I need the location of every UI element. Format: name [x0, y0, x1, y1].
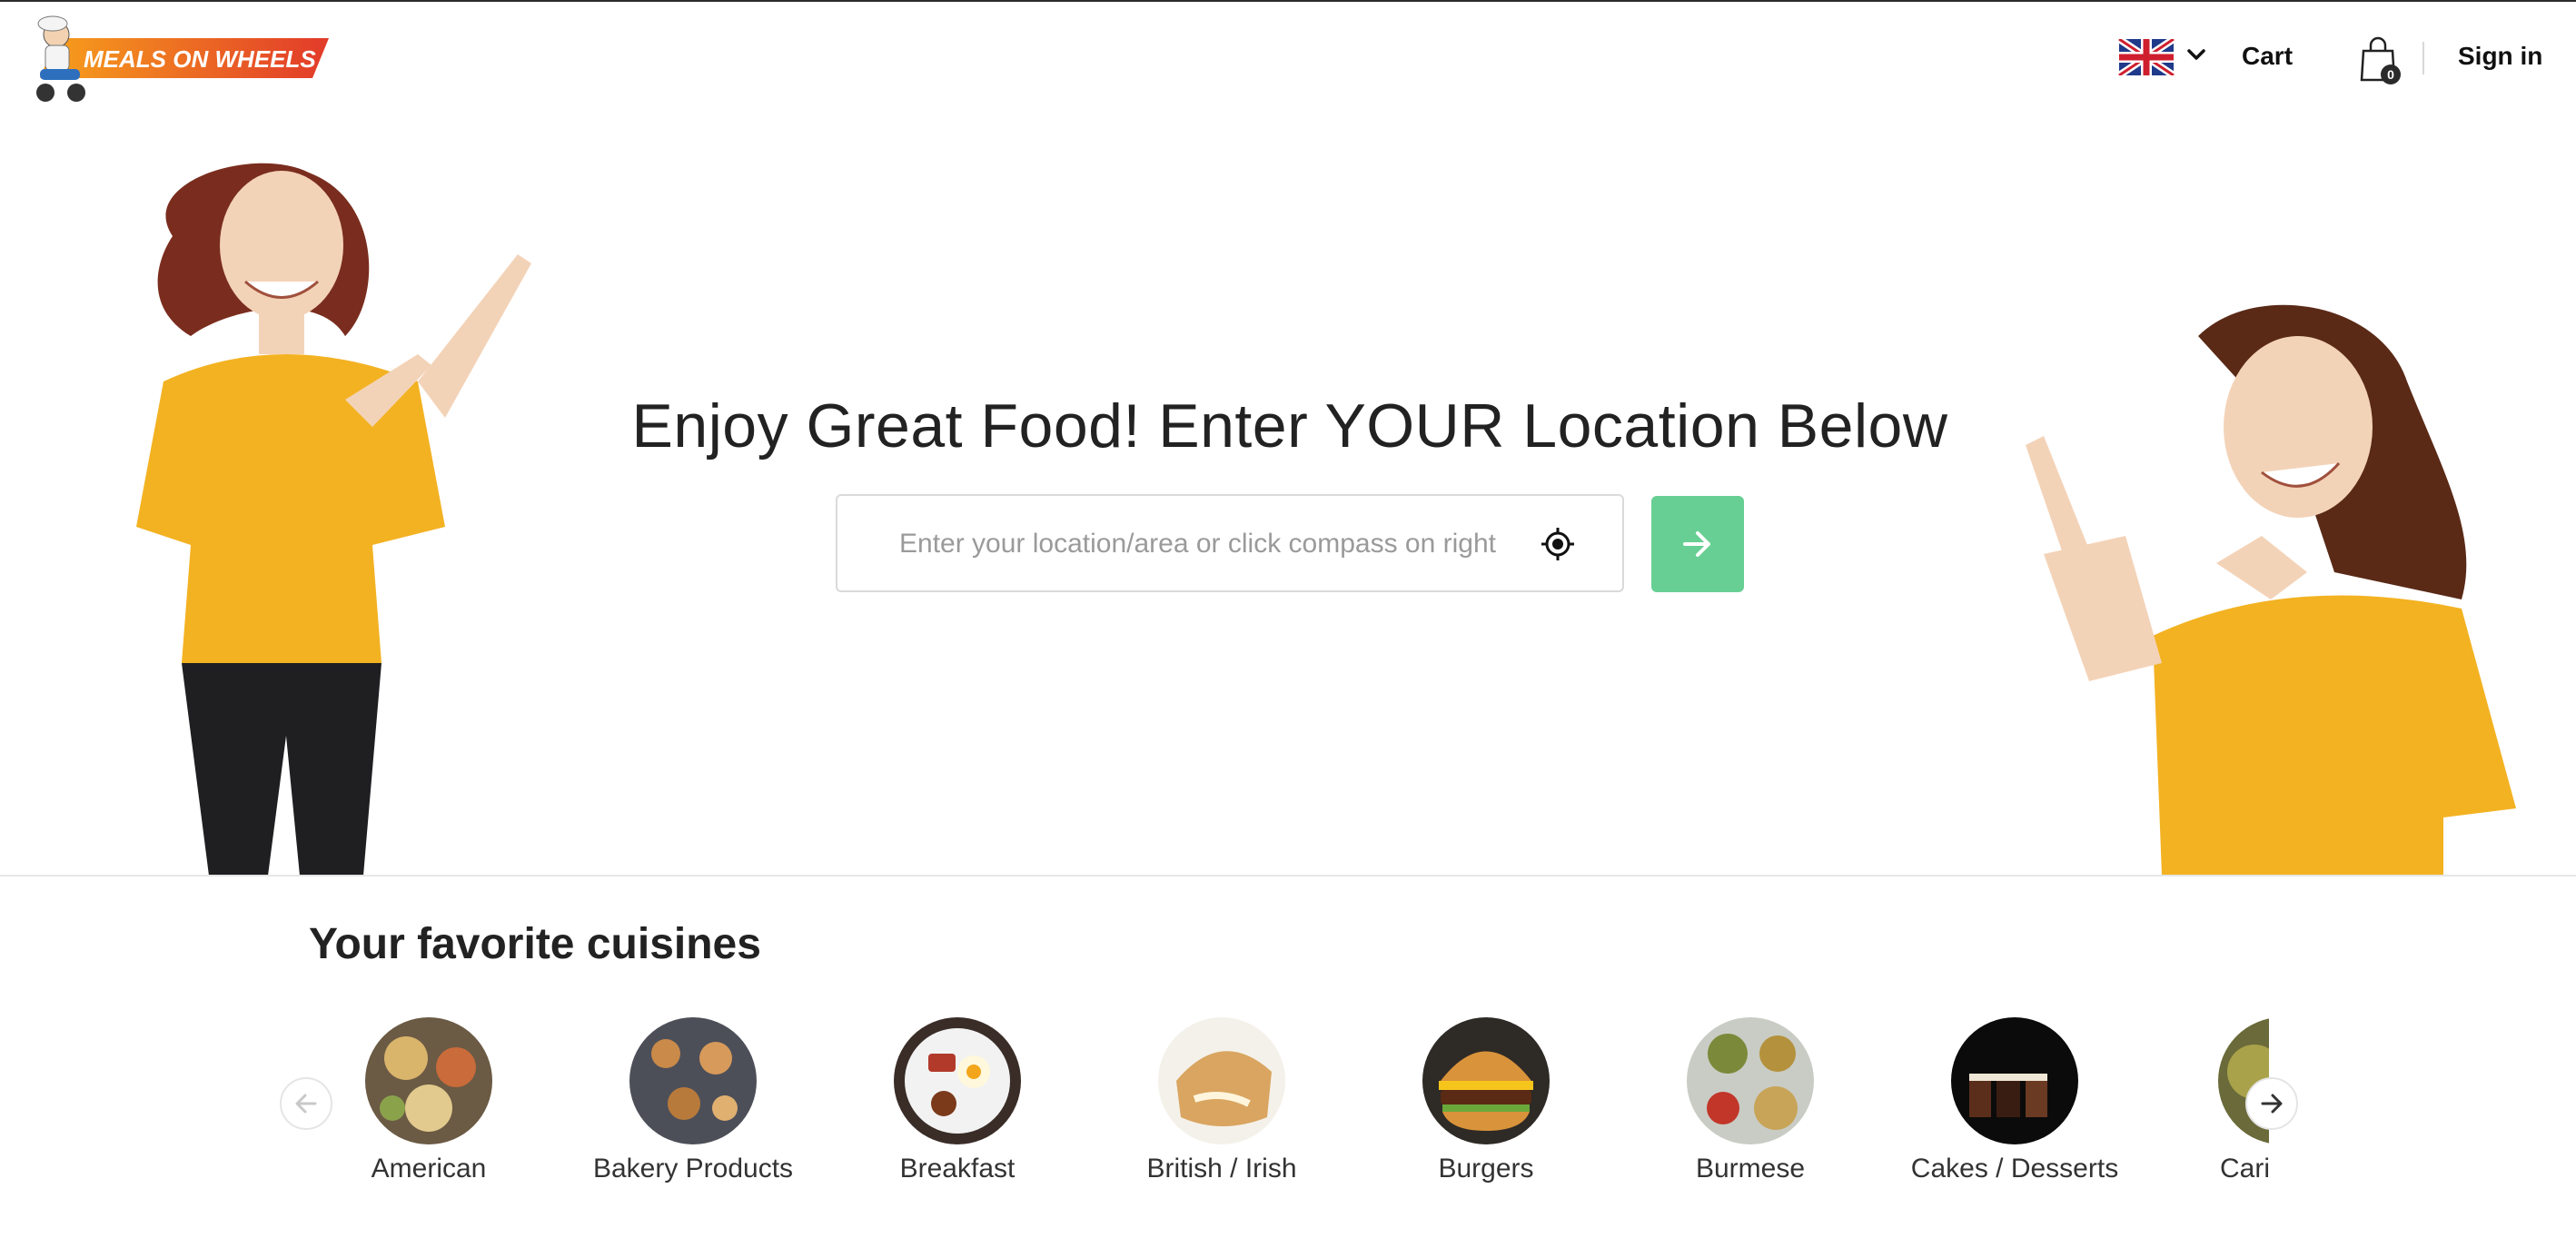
cuisine-label: Cakes / Desserts — [1910, 1154, 2119, 1184]
cuisine-label: Cari — [2220, 1154, 2269, 1184]
cuisine-item-burgers[interactable]: Burgers — [1350, 1008, 1622, 1199]
arrow-right-icon — [1683, 531, 1710, 557]
hero-title: Enjoy Great Food! Enter YOUR Location Be… — [631, 391, 1948, 461]
chevron-down-icon[interactable] — [2185, 44, 2207, 65]
cuisine-image-bakery-products — [629, 1017, 757, 1144]
cuisine-image-british-irish — [1158, 1017, 1285, 1144]
cart-link[interactable]: Cart — [2242, 42, 2293, 71]
cuisine-image-breakfast — [894, 1017, 1021, 1144]
cuisines-section-title: Your favorite cuisines — [309, 920, 761, 968]
cuisine-image-cakes-desserts — [1951, 1017, 2078, 1144]
cuisine-image-american — [365, 1017, 492, 1144]
hero-woman-right-image — [1989, 300, 2534, 876]
shopping-bag-icon[interactable]: 0 — [2358, 35, 2403, 85]
cuisine-label: American — [371, 1154, 487, 1184]
cuisine-image-burmese — [1687, 1017, 1814, 1144]
top-nav: Cart 0 Sign in — [2031, 35, 2576, 84]
cuisine-label: Breakfast — [899, 1154, 1016, 1184]
hero-woman-left-image — [118, 154, 590, 876]
location-search-box — [836, 494, 1624, 592]
cuisine-item-breakfast[interactable]: Breakfast — [821, 1008, 1094, 1199]
cuisine-item-burmese[interactable]: Burmese — [1614, 1008, 1887, 1199]
hero-divider — [0, 875, 2576, 877]
logo-text: MEALS ON WHEELS 4U — [84, 45, 329, 73]
cuisine-label: Bakery Products — [592, 1154, 794, 1184]
cuisine-image-burgers — [1422, 1017, 1550, 1144]
sign-in-link[interactable]: Sign in — [2458, 42, 2542, 71]
carousel-next-button[interactable] — [2245, 1077, 2298, 1130]
cuisine-item-bakery-products[interactable]: Bakery Products — [557, 1008, 829, 1199]
location-input[interactable] — [897, 523, 1528, 565]
cuisine-item-cakes-desserts[interactable]: Cakes / Desserts — [1878, 1008, 2151, 1199]
cuisine-label: Burgers — [1438, 1154, 1534, 1184]
nav-divider — [2422, 42, 2424, 74]
cuisine-item-american[interactable]: American — [292, 1008, 565, 1199]
search-submit-button[interactable] — [1651, 496, 1744, 592]
cuisine-item-british-irish[interactable]: British / Irish — [1085, 1008, 1358, 1199]
top-border — [0, 0, 2576, 2]
cuisine-label: British / Irish — [1146, 1154, 1297, 1184]
arrow-right-icon — [2261, 1094, 2283, 1114]
uk-flag-icon[interactable] — [2116, 35, 2176, 79]
locate-icon[interactable] — [1539, 525, 1577, 563]
site-logo[interactable]: MEALS ON WHEELS 4U — [20, 15, 353, 105]
cuisine-carousel: American Bakery Products Breakfast Briti… — [272, 1008, 2307, 1199]
cuisine-label: Burmese — [1695, 1154, 1806, 1184]
cart-count-badge: 0 — [2387, 67, 2394, 82]
